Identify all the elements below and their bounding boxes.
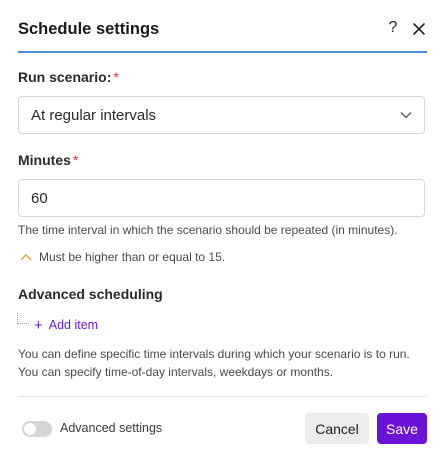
chevron-up-warning-icon — [20, 254, 32, 261]
advanced-scheduling-help-text: You can define specific time intervals d… — [18, 347, 410, 379]
minutes-help-text: The time interval in which the scenario … — [18, 223, 398, 237]
dialog-title: Schedule settings — [18, 20, 160, 38]
footer-divider — [18, 396, 427, 397]
minutes-label-text: Minutes — [18, 152, 71, 168]
save-button[interactable]: Save — [377, 413, 427, 444]
chevron-down-icon — [400, 112, 412, 119]
schedule-settings-dialog: Schedule settings ? Run scenario: * At re… — [0, 0, 442, 455]
dialog-header: Schedule settings ? — [18, 14, 427, 53]
required-mark: * — [72, 152, 79, 168]
add-item-label: Add item — [48, 318, 99, 332]
close-icon — [413, 23, 425, 35]
required-mark: * — [113, 69, 119, 85]
minutes-warning-text: Must be higher than or equal to 15. — [39, 250, 226, 264]
close-button[interactable] — [412, 19, 430, 39]
plus-icon: + — [34, 317, 43, 334]
minutes-input[interactable] — [18, 179, 425, 217]
minutes-label: Minutes * — [18, 152, 78, 168]
help-button[interactable]: ? — [384, 19, 402, 39]
advanced-settings-toggle[interactable] — [22, 421, 52, 437]
advanced-settings-label: Advanced settings — [60, 421, 163, 435]
add-item-button[interactable]: + Add item — [34, 316, 99, 334]
advanced-scheduling-label: Advanced scheduling — [18, 286, 163, 302]
run-scenario-label-text: Run scenario: — [18, 69, 112, 85]
tree-connector — [17, 313, 29, 324]
cancel-button[interactable]: Cancel — [305, 413, 369, 444]
toggle-knob — [24, 423, 36, 435]
run-scenario-select[interactable]: At regular intervals — [18, 96, 425, 134]
run-scenario-value: At regular intervals — [31, 107, 157, 124]
run-scenario-label: Run scenario: * — [18, 69, 119, 85]
